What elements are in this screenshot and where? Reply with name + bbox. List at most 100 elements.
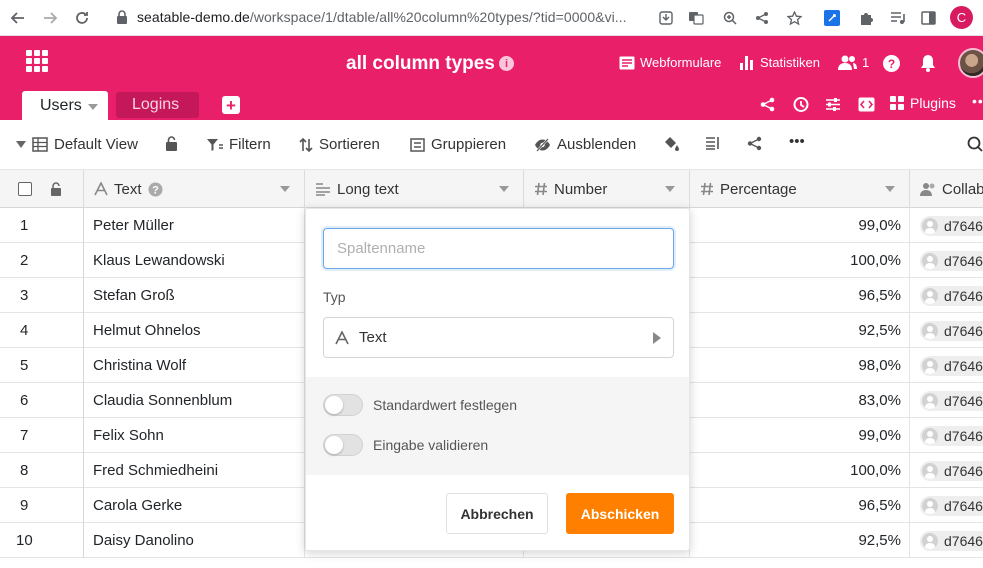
chevron-down-icon[interactable] (87, 103, 98, 110)
filter-button[interactable]: Filtern (206, 136, 271, 153)
more-options-icon[interactable]: •• (972, 93, 983, 109)
tab-logins[interactable]: Logins (116, 92, 199, 118)
bell-icon[interactable] (920, 54, 936, 77)
collaborator-cell[interactable]: d7646 (910, 488, 983, 523)
side-panel-icon[interactable] (918, 8, 938, 28)
cancel-button[interactable]: Abbrechen (446, 493, 548, 534)
lock-icon[interactable] (116, 10, 128, 29)
row-index[interactable]: 3 (0, 278, 84, 313)
percentage-cell[interactable]: 100,0% (690, 243, 910, 278)
percentage-cell[interactable]: 92,5% (690, 523, 910, 558)
apps-grid-icon[interactable] (26, 50, 48, 72)
user-avatar[interactable] (958, 48, 983, 78)
forward-arrow-icon[interactable] (38, 6, 62, 30)
row-index[interactable]: 1 (0, 208, 84, 243)
percentage-cell[interactable]: 100,0% (690, 453, 910, 488)
row-color-icon[interactable] (663, 136, 680, 152)
column-name-input[interactable] (323, 228, 674, 269)
column-menu-chevron-icon[interactable] (885, 186, 895, 192)
script-code-icon[interactable] (855, 94, 877, 114)
group-button[interactable]: Gruppieren (410, 136, 506, 153)
settings-sliders-icon[interactable] (822, 94, 844, 114)
collaborator-cell[interactable]: d7646 (910, 313, 983, 348)
column-type-select[interactable]: Text (323, 317, 674, 358)
select-all-checkbox[interactable] (18, 182, 32, 196)
text-cell[interactable]: Fred Schmiedheini (84, 453, 305, 488)
text-cell[interactable]: Claudia Sonnenblum (84, 383, 305, 418)
text-cell[interactable]: Klaus Lewandowski (84, 243, 305, 278)
address-bar[interactable]: seatable-demo.de/workspace/1/dtable/all%… (137, 9, 627, 25)
column-header-text[interactable]: Text ? (84, 170, 305, 208)
extensions-puzzle-icon[interactable] (856, 8, 876, 28)
row-height-icon[interactable] (705, 136, 720, 150)
collaborator-cell[interactable]: d7646 (910, 208, 983, 243)
share-icon[interactable] (756, 94, 778, 114)
statistiken-button[interactable]: Statistiken (739, 55, 820, 70)
text-cell[interactable]: Stefan Groß (84, 278, 305, 313)
column-menu-chevron-icon[interactable] (280, 186, 290, 192)
bookmark-star-icon[interactable] (784, 8, 804, 28)
add-table-icon[interactable]: + (222, 96, 240, 114)
submit-button[interactable]: Abschicken (566, 493, 674, 534)
collaborator-cell[interactable]: d7646 (910, 278, 983, 313)
webformulare-button[interactable]: Webformulare (619, 55, 721, 70)
column-menu-chevron-icon[interactable] (665, 186, 675, 192)
text-cell[interactable]: Helmut Ohnelos (84, 313, 305, 348)
share-view-icon[interactable] (747, 136, 762, 151)
hide-columns-button[interactable]: Ausblenden (534, 136, 636, 153)
plugins-button[interactable]: Plugins (890, 95, 956, 111)
column-menu-chevron-icon[interactable] (499, 186, 509, 192)
row-index[interactable]: 10 (0, 523, 84, 558)
collaborator-cell[interactable]: d7646 (910, 523, 983, 558)
row-index[interactable]: 4 (0, 313, 84, 348)
column-header-percentage[interactable]: Percentage (690, 170, 910, 208)
reload-icon[interactable] (70, 6, 94, 30)
percentage-cell[interactable]: 99,0% (690, 208, 910, 243)
percentage-cell[interactable]: 96,5% (690, 488, 910, 523)
percentage-cell[interactable]: 99,0% (690, 418, 910, 453)
back-arrow-icon[interactable] (6, 6, 30, 30)
translate-icon[interactable] (686, 8, 706, 28)
column-header-collaborator[interactable]: Collab (910, 170, 983, 208)
media-playlist-icon[interactable] (888, 8, 908, 28)
view-selector[interactable]: Default View (16, 136, 138, 153)
default-value-toggle[interactable] (323, 394, 363, 416)
column-header-number[interactable]: Number (524, 170, 690, 208)
row-index[interactable]: 7 (0, 418, 84, 453)
row-index[interactable]: 2 (0, 243, 84, 278)
password-extension-icon[interactable] (822, 8, 842, 28)
collaborators-button[interactable]: 1 (838, 55, 869, 70)
history-icon[interactable] (789, 94, 811, 114)
text-cell[interactable]: Peter Müller (84, 208, 305, 243)
tab-users[interactable]: Users (22, 91, 108, 120)
more-toolbar-icon[interactable]: ••• (789, 133, 805, 150)
row-index[interactable]: 6 (0, 383, 84, 418)
column-header-long-text[interactable]: Long text (305, 170, 524, 208)
info-icon[interactable]: i (499, 56, 514, 71)
percentage-cell[interactable]: 92,5% (690, 313, 910, 348)
collaborator-cell[interactable]: d7646 (910, 243, 983, 278)
help-icon[interactable]: ? (883, 55, 900, 72)
collaborator-cell[interactable]: d7646 (910, 418, 983, 453)
text-cell[interactable]: Daisy Danolino (84, 523, 305, 558)
zoom-icon[interactable] (720, 8, 740, 28)
text-cell[interactable]: Christina Wolf (84, 348, 305, 383)
collaborator-cell[interactable]: d7646 (910, 383, 983, 418)
row-index[interactable]: 5 (0, 348, 84, 383)
profile-avatar[interactable]: C (950, 6, 973, 29)
collaborator-cell[interactable]: d7646 (910, 348, 983, 383)
percentage-cell[interactable]: 83,0% (690, 383, 910, 418)
text-cell[interactable]: Carola Gerke (84, 488, 305, 523)
text-cell[interactable]: Felix Sohn (84, 418, 305, 453)
sort-button[interactable]: Sortieren (299, 136, 380, 153)
collaborator-cell[interactable]: d7646 (910, 453, 983, 488)
search-icon[interactable] (967, 136, 983, 152)
validate-toggle[interactable] (323, 434, 363, 456)
download-icon[interactable] (656, 8, 676, 28)
row-index[interactable]: 9 (0, 488, 84, 523)
view-lock-icon[interactable] (165, 136, 178, 151)
share-icon[interactable] (752, 8, 772, 28)
percentage-cell[interactable]: 98,0% (690, 348, 910, 383)
row-index[interactable]: 8 (0, 453, 84, 488)
percentage-cell[interactable]: 96,5% (690, 278, 910, 313)
